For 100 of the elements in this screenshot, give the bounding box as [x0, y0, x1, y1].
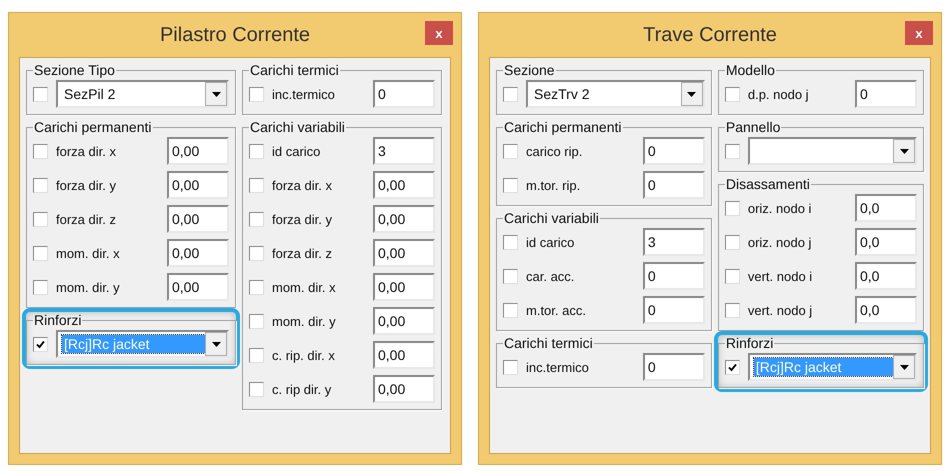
checkbox[interactable] [249, 178, 264, 192]
field-label: carico rip. [526, 144, 582, 158]
dropdown-arrow-button[interactable] [893, 139, 915, 163]
checkbox[interactable] [724, 200, 740, 216]
text-field[interactable]: 0,00 [167, 273, 229, 301]
field-label: d.p. nodo j [748, 86, 809, 102]
field-label: oriz. nodo i [748, 200, 812, 216]
field-label: vert. nodo j [748, 302, 812, 318]
text-field[interactable]: 0,00 [373, 273, 435, 301]
group-title: Disassamenti [724, 176, 811, 192]
checkbox[interactable] [503, 178, 518, 192]
checkbox[interactable] [503, 268, 518, 284]
field-label: m.tor. rip. [526, 178, 580, 192]
text-field[interactable]: 0 [855, 80, 917, 108]
field-label: id carico [272, 144, 320, 158]
dropdown[interactable]: SezPil 2 [56, 80, 229, 108]
checkbox[interactable] [249, 144, 264, 158]
checkbox[interactable] [249, 348, 264, 362]
caret-icon [900, 364, 908, 370]
dropdown-arrow-button[interactable] [680, 82, 703, 106]
text-field[interactable]: 3 [642, 228, 705, 256]
checkbox[interactable] [724, 86, 740, 102]
text-field[interactable]: 0,0 [855, 228, 917, 256]
checkbox[interactable] [724, 144, 740, 158]
group-title: Carichi termici [249, 62, 340, 78]
text-field[interactable]: 0,00 [373, 239, 435, 267]
checkbox[interactable] [724, 360, 740, 374]
checkbox[interactable] [249, 212, 264, 226]
group-title: Rinforzi [33, 312, 82, 328]
text-field[interactable]: 0,00 [167, 205, 229, 233]
field-label: inc.termico [272, 86, 335, 102]
checkbox[interactable] [33, 144, 48, 158]
checkbox[interactable] [249, 382, 264, 396]
checkbox[interactable] [249, 86, 264, 102]
field-label: c. rip dir. y [272, 382, 332, 396]
text-field[interactable]: 0 [642, 296, 705, 324]
checkbox[interactable] [33, 336, 48, 352]
field-label: forza dir. z [272, 246, 332, 260]
text-field[interactable]: 0,0 [855, 262, 917, 290]
checkbox[interactable] [724, 268, 740, 284]
checkbox[interactable] [249, 280, 264, 294]
dropdown-arrow-button[interactable] [205, 82, 227, 106]
checkbox[interactable] [503, 86, 518, 102]
checkbox[interactable] [33, 246, 48, 260]
field-label: m.tor. acc. [526, 302, 586, 318]
group-title: Sezione [503, 62, 556, 78]
checkbox[interactable] [503, 144, 518, 158]
text-field[interactable]: 0,00 [167, 239, 229, 267]
text-field[interactable]: 0 [642, 262, 705, 290]
group-title: Carichi variabili [249, 119, 346, 135]
checkmark-icon [728, 362, 737, 372]
text-field[interactable]: 0,00 [373, 205, 435, 233]
caret-icon [212, 92, 220, 96]
text-field[interactable]: 0,00 [167, 137, 229, 165]
field-label: oriz. nodo j [748, 234, 812, 250]
close-button[interactable]: x [425, 21, 453, 45]
field-label: mom. dir. y [56, 280, 120, 294]
checkbox[interactable] [33, 280, 48, 294]
checkbox[interactable] [33, 212, 48, 226]
caret-icon [687, 92, 696, 96]
field-label: forza dir. x [272, 178, 332, 192]
text-field[interactable]: 0,0 [855, 296, 917, 324]
dropdown-arrow-button[interactable] [893, 355, 915, 379]
field-label: inc.termico [526, 360, 589, 374]
close-button[interactable]: x [905, 21, 933, 45]
dropdown[interactable]: SezTrv 2 [526, 80, 705, 108]
checkbox[interactable] [503, 234, 518, 250]
group-title: Carichi variabili [503, 210, 600, 226]
field-label: mom. dir. y [272, 314, 336, 328]
checkbox[interactable] [503, 360, 518, 374]
checkbox[interactable] [724, 302, 740, 318]
text-field[interactable]: 0 [642, 137, 705, 165]
checkbox[interactable] [249, 246, 264, 260]
field-label: forza dir. x [56, 144, 116, 158]
group-title: Carichi termici [503, 335, 594, 351]
group-title: Carichi permanenti [503, 119, 622, 135]
text-field[interactable]: 0,00 [373, 341, 435, 369]
text-field[interactable]: 0,00 [167, 171, 229, 199]
checkbox[interactable] [503, 302, 518, 318]
text-field[interactable]: 0,0 [855, 194, 917, 222]
checkmark-icon [36, 340, 45, 348]
field-label: car. acc. [526, 268, 574, 284]
group-title: Rinforzi [724, 335, 774, 351]
text-field[interactable]: 0 [373, 80, 435, 108]
text-field[interactable]: 0 [642, 353, 705, 381]
text-field[interactable]: 0,00 [373, 171, 435, 199]
checkbox[interactable] [33, 178, 48, 192]
group-title: Modello [724, 62, 776, 78]
text-field[interactable]: 0 [642, 171, 705, 199]
text-field[interactable]: 0,00 [373, 307, 435, 335]
checkbox[interactable] [249, 314, 264, 328]
field-label: id carico [526, 234, 574, 250]
checkbox[interactable] [33, 86, 48, 102]
checkbox[interactable] [724, 234, 740, 250]
text-field[interactable]: 3 [373, 137, 435, 165]
window-title: Pilastro Corrente [160, 24, 310, 46]
text-field[interactable]: 0,00 [373, 375, 435, 403]
group-title: Pannello [724, 119, 782, 135]
dropdown-arrow-button[interactable] [205, 332, 227, 356]
field-label: mom. dir. x [272, 280, 336, 294]
